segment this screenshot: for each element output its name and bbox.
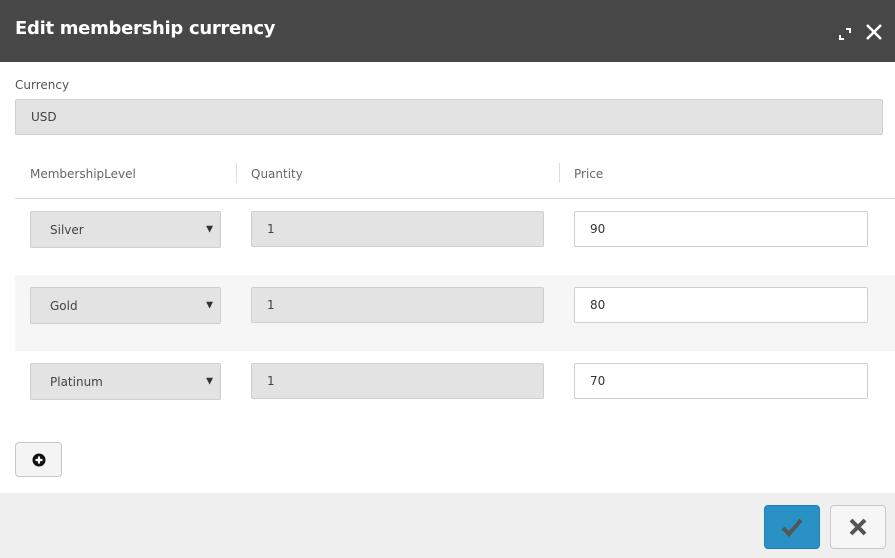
- membership-level-value: Platinum: [50, 374, 103, 389]
- membership-level-select[interactable]: Gold ▼: [30, 287, 221, 324]
- currency-field: USD: [15, 99, 883, 135]
- expand-button[interactable]: [838, 26, 852, 40]
- add-row-button[interactable]: [15, 442, 62, 477]
- price-input[interactable]: 70: [574, 363, 868, 399]
- plus-circle-icon: [32, 453, 45, 466]
- membership-level-select[interactable]: Silver ▼: [30, 211, 221, 248]
- dialog-title: Edit membership currency: [15, 18, 276, 39]
- price-input[interactable]: 90: [574, 211, 868, 247]
- close-button[interactable]: [864, 22, 884, 42]
- cancel-button[interactable]: [830, 505, 886, 549]
- quantity-field: 1: [251, 287, 544, 323]
- dropdown-arrow-icon: ▼: [206, 376, 213, 386]
- dropdown-arrow-icon: ▼: [206, 300, 213, 310]
- column-header-membership-level: MembershipLevel: [30, 167, 136, 181]
- dialog-header: Edit membership currency: [0, 0, 895, 62]
- close-icon: [866, 24, 882, 40]
- dialog-footer: [0, 493, 895, 558]
- membership-level-value: Silver: [50, 222, 84, 237]
- x-icon: [849, 518, 867, 536]
- checkmark-icon: [781, 518, 803, 537]
- dropdown-arrow-icon: ▼: [206, 224, 213, 234]
- membership-level-value: Gold: [50, 298, 78, 313]
- expand-icon: [839, 28, 851, 40]
- price-input[interactable]: 80: [574, 287, 868, 323]
- save-button[interactable]: [764, 505, 820, 549]
- quantity-field: 1: [251, 211, 544, 247]
- column-header-price: Price: [574, 167, 604, 181]
- currency-label: Currency: [15, 78, 70, 92]
- membership-level-select[interactable]: Platinum ▼: [30, 363, 221, 400]
- column-header-quantity: Quantity: [251, 167, 303, 181]
- quantity-field: 1: [251, 363, 544, 399]
- column-separator: [236, 163, 237, 183]
- column-separator: [559, 163, 560, 183]
